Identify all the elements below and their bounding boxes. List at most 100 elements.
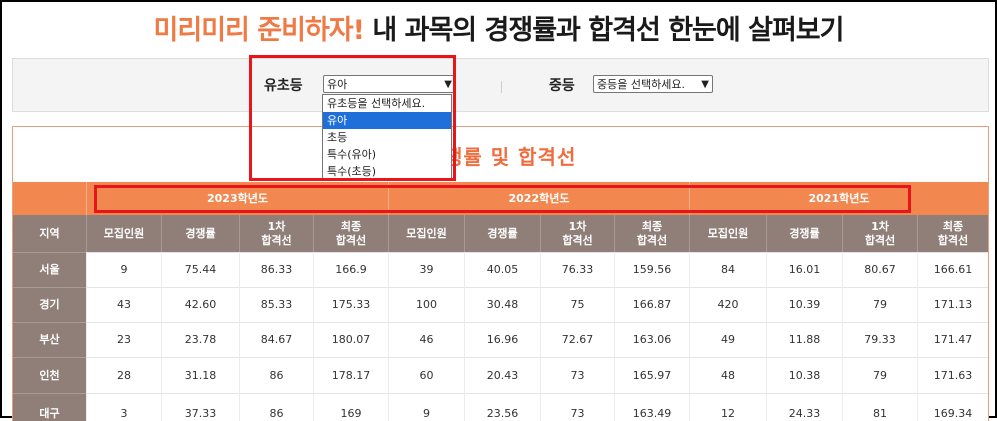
table-cell: 178.17: [313, 357, 388, 393]
page-headline: 미리미리 준비하자! 내 과목의 경쟁률과 합격선 한눈에 살펴보기: [2, 8, 995, 47]
table-cell: 31.18: [161, 357, 239, 393]
column-header: 최종 합격선: [614, 215, 689, 252]
table-cell: 100: [388, 287, 464, 322]
dropdown-option[interactable]: 유초등을 선택하세요.: [323, 95, 451, 112]
table-cell: 81: [842, 393, 917, 421]
table-cell: 163.06: [614, 322, 689, 357]
region-cell: 경기: [13, 287, 86, 322]
table-cell: 79: [842, 287, 917, 322]
table-cell: 9: [388, 393, 464, 421]
table-cell: 39: [388, 252, 464, 287]
secondary-select[interactable]: 중등을 선택하세요. ▼: [593, 75, 713, 93]
table-cell: 30.48: [464, 287, 540, 322]
competition-table: 경쟁률 및 합격선 2023학년도 2022학년도 2021학년도 지역 모집인원 경쟁…: [12, 126, 989, 421]
table-cell: 73: [540, 357, 614, 393]
table-cell: 40.05: [464, 252, 540, 287]
table-cell: 11.88: [766, 322, 842, 357]
table-cell: 169.34: [917, 393, 988, 421]
column-header: 모집인원: [689, 215, 766, 252]
region-cell: 인천: [13, 357, 86, 393]
column-header-row: 지역 모집인원 경쟁률 1차 합격선 최종 합격선 모집인원 경쟁률 1차 합격선 최종 합격선…: [13, 215, 988, 252]
dropdown-option[interactable]: 초등: [323, 129, 451, 146]
table-cell: 16.96: [464, 322, 540, 357]
table-cell: 169: [313, 393, 388, 421]
dropdown-option[interactable]: 특수(유아): [323, 146, 451, 163]
table-cell: 420: [689, 287, 766, 322]
table-title: 경쟁률 및 합격선: [424, 145, 577, 169]
column-header: 경쟁률: [766, 215, 842, 252]
headline-accent: 미리미리 준비하자!: [153, 15, 365, 46]
table-cell: 79: [842, 357, 917, 393]
headline-rest: 내 과목의 경쟁률과 합격선 한눈에 살펴보기: [372, 15, 844, 46]
table-cell: 171.47: [917, 322, 988, 357]
table-cell: 23.78: [161, 322, 239, 357]
table-cell: 84: [689, 252, 766, 287]
region-cell: 서울: [13, 252, 86, 287]
table-cell: 72.67: [540, 322, 614, 357]
table-cell: 73: [540, 393, 614, 421]
secondary-select-value: 중등을 선택하세요.: [597, 78, 685, 91]
table-cell: 49: [689, 322, 766, 357]
table-cell: 163.49: [614, 393, 689, 421]
column-header: 모집인원: [86, 215, 161, 252]
table-cell: 166.87: [614, 287, 689, 322]
table-cell: 171.13: [917, 287, 988, 322]
table-cell: 79.33: [842, 322, 917, 357]
table-cell: 43: [86, 287, 161, 322]
table-cell: 42.60: [161, 287, 239, 322]
year-header: 2022학년도: [388, 182, 689, 215]
table-cell: 23.56: [464, 393, 540, 421]
table-cell: 166.9: [313, 252, 388, 287]
elementary-label: 유초등: [264, 78, 303, 94]
table-cell: 37.33: [161, 393, 239, 421]
elementary-select[interactable]: 유아 ▼: [323, 75, 456, 93]
table-cell: 75.44: [161, 252, 239, 287]
table-cell: 10.38: [766, 357, 842, 393]
table-cell: 175.33: [313, 287, 388, 322]
column-header: 최종 합격선: [917, 215, 988, 252]
table-cell: 9: [86, 252, 161, 287]
table-cell: 86: [239, 393, 313, 421]
table-cell: 86: [239, 357, 313, 393]
chevron-down-icon: ▼: [701, 79, 709, 90]
column-header: 경쟁률: [464, 215, 540, 252]
table-cell: 12: [689, 393, 766, 421]
elementary-dropdown-list[interactable]: 유초등을 선택하세요. 유아 초등 특수(유아) 특수(초등): [322, 94, 452, 181]
dropdown-option[interactable]: 특수(초등): [323, 163, 451, 180]
table-cell: 171.63: [917, 357, 988, 393]
year-header: 2023학년도: [86, 182, 388, 215]
table-cell: 28: [86, 357, 161, 393]
table-cell: 180.07: [313, 322, 388, 357]
filter-bar: 유초등 유아 ▼ 중등 중등을 선택하세요. ▼: [12, 58, 989, 112]
region-cell: 대구: [13, 393, 86, 421]
column-header: 1차 합격선: [842, 215, 917, 252]
year-header: 2021학년도: [689, 182, 988, 215]
table-cell: 60: [388, 357, 464, 393]
column-header: 최종 합격선: [313, 215, 388, 252]
column-header: 모집인원: [388, 215, 464, 252]
table-cell: 16.01: [766, 252, 842, 287]
table-cell: 85.33: [239, 287, 313, 322]
table-cell: 10.39: [766, 287, 842, 322]
table-cell: 75: [540, 287, 614, 322]
dropdown-option[interactable]: 유아: [323, 112, 451, 129]
filter-divider: [501, 81, 502, 93]
table-cell: 80.67: [842, 252, 917, 287]
table-cell: 86.33: [239, 252, 313, 287]
elementary-select-value: 유아: [327, 78, 348, 91]
table-cell: 84.67: [239, 322, 313, 357]
table-cell: 159.56: [614, 252, 689, 287]
table-cell: 24.33: [766, 393, 842, 421]
column-header: 경쟁률: [161, 215, 239, 252]
column-header: 1차 합격선: [239, 215, 313, 252]
table-cell: 76.33: [540, 252, 614, 287]
table-cell: 23: [86, 322, 161, 357]
year-blank-cell: [13, 182, 86, 215]
table-cell: 48: [689, 357, 766, 393]
table-cell: 46: [388, 322, 464, 357]
region-header: 지역: [39, 226, 60, 240]
table-cell: 166.61: [917, 252, 988, 287]
table-cell: 3: [86, 393, 161, 421]
secondary-label: 중등: [549, 78, 575, 94]
chevron-down-icon: ▼: [444, 79, 452, 90]
